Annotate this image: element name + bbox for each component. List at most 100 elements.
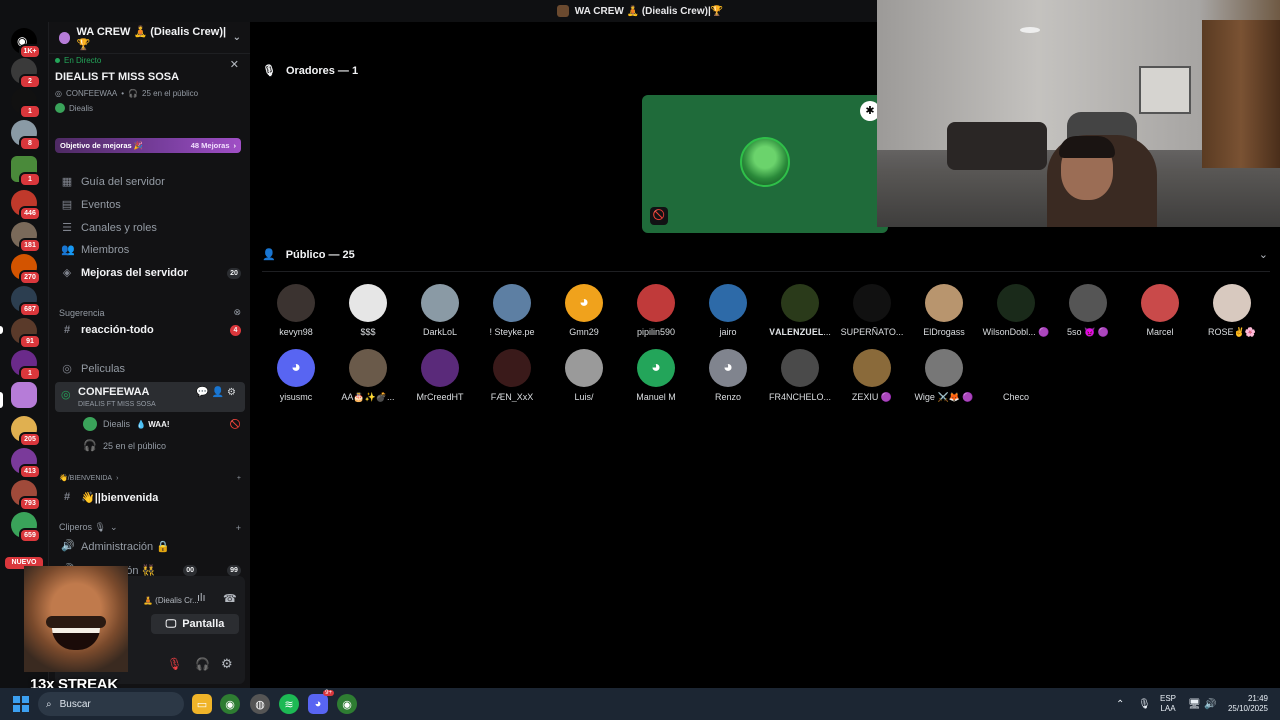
audience-member[interactable]: Checo xyxy=(980,349,1052,402)
nav-events[interactable]: ▤ Eventos xyxy=(55,195,245,215)
server-icon-15[interactable]: 793 xyxy=(11,480,41,511)
stage-audience-count[interactable]: 🎧 25 en el público xyxy=(77,436,245,456)
volume-icon[interactable]: 🔊 xyxy=(1204,688,1216,720)
server-icon-4[interactable]: 8 xyxy=(11,120,41,151)
audience-member[interactable]: pipilin590 xyxy=(620,284,692,337)
server-badge: 8 xyxy=(19,136,41,151)
audience-member[interactable]: ◕ Renzo xyxy=(692,349,764,402)
mic-muted-icon[interactable]: 🎙 xyxy=(167,657,182,671)
avatar xyxy=(349,349,387,387)
server-icon-8[interactable]: 270 xyxy=(11,254,41,285)
audience-member[interactable]: ROSE✌️🌸 xyxy=(1196,284,1268,338)
audience-member[interactable]: jairo xyxy=(692,284,764,337)
audience-member[interactable]: ◕ Gmn29 xyxy=(548,284,620,337)
server-icon-5[interactable]: 1 xyxy=(11,156,41,187)
stage-card[interactable]: En Directo DIEALIS FT MISS SOSA ◎ CONFEE… xyxy=(55,56,245,120)
mouth-shape xyxy=(52,628,100,650)
stage-icon: ◎ xyxy=(62,363,72,375)
server-icon-6[interactable]: 446 xyxy=(11,190,41,221)
audience-member[interactable]: FÆN_XxX xyxy=(476,349,548,402)
audience-member[interactable]: DarkLoL xyxy=(404,284,476,337)
channel-bienvenida[interactable]: # 👋||bienvenida xyxy=(55,487,245,507)
chrome-alt-icon[interactable]: ◉ xyxy=(337,694,357,714)
audience-member[interactable]: FR4NCHELO... xyxy=(764,349,836,402)
dm-home-button[interactable]: ◉ 1K+ xyxy=(11,28,41,59)
add-icon[interactable]: + xyxy=(236,523,241,533)
server-icon-10[interactable]: 91 xyxy=(11,318,41,349)
avatar xyxy=(637,284,675,322)
taskbar-search[interactable]: ⌕ Buscar xyxy=(38,692,184,716)
chevron-down-icon[interactable]: ⌄ xyxy=(1259,248,1268,261)
nav-channels-roles[interactable]: ☰ Canales y roles xyxy=(55,218,245,238)
audience-member[interactable]: AA🎂✨💣... xyxy=(332,349,404,403)
audience-member[interactable]: ZEXIU 🟣 xyxy=(836,349,908,403)
guild-header[interactable]: WA CREW 🧘 (Diealis Crew)|🏆 ⌄ xyxy=(49,22,251,54)
audience-member[interactable]: ElDrogass xyxy=(908,284,980,337)
server-icon-3[interactable]: 1 xyxy=(11,88,41,119)
server-icon-16[interactable]: 659 xyxy=(11,512,41,543)
screen-share-button[interactable]: 🖵 Pantalla xyxy=(151,614,239,634)
audience-member[interactable]: kevyn98 xyxy=(260,284,332,337)
audience-member[interactable]: ◕ yisusmc xyxy=(260,349,332,402)
channel-tools[interactable]: 💬👤⚙ xyxy=(196,387,239,398)
category-cliperos[interactable]: Cliperos 🎙 ⌄ + xyxy=(59,522,241,533)
avatar xyxy=(421,284,459,322)
server-icon-wa-crew[interactable] xyxy=(11,382,37,408)
chrome-icon[interactable]: ◉ xyxy=(220,694,240,714)
audience-member[interactable]: Luis/ xyxy=(548,349,620,402)
audience-member[interactable]: MrCreedHT xyxy=(404,349,476,402)
live-label: En Directo xyxy=(64,56,102,65)
windows-start-icon[interactable] xyxy=(13,696,29,712)
server-icon-11[interactable]: 1 xyxy=(11,350,41,381)
stage-member-diealis[interactable]: Diealis 💧 WAA! 🚫 xyxy=(77,414,245,434)
speaker-icon: 🔊 xyxy=(61,540,75,552)
connected-channel[interactable]: 🧘 (Diealis Cr... xyxy=(143,596,199,605)
audience-member[interactable]: 𝐕𝐀𝐋𝐄𝐍𝐙𝐔𝐄𝐋... xyxy=(764,284,836,338)
app-icon[interactable]: ◍ xyxy=(250,694,270,714)
server-icon-13[interactable]: 205 xyxy=(11,416,41,447)
server-icon-9[interactable]: 687 xyxy=(11,286,41,317)
discord-taskbar-icon[interactable]: 9+ ◕ xyxy=(308,690,334,714)
chevron-down-icon: ⌄ xyxy=(232,32,241,43)
language-indicator[interactable]: ESP LAA xyxy=(1160,688,1176,720)
mic-tray-icon[interactable]: 🎙 xyxy=(1138,688,1151,720)
channel-reaccion-todo[interactable]: # reacción-todo 4 xyxy=(55,320,245,340)
nav-server-guide[interactable]: ▦ Guía del servidor xyxy=(55,172,245,192)
server-badge: 1K+ xyxy=(19,44,41,59)
audience-member[interactable]: $$$ xyxy=(332,284,404,337)
dismiss-icon[interactable]: ⊗ xyxy=(233,307,241,318)
server-icon-7[interactable]: 181 xyxy=(11,222,41,253)
speaker-tile[interactable]: 🚫 ✱ xyxy=(642,95,888,233)
server-icon-2[interactable]: 2 xyxy=(11,58,41,89)
discord-default-avatar-icon: ◕ xyxy=(565,284,603,322)
headphones-icon[interactable]: 🎧 xyxy=(195,657,210,671)
audience-member[interactable]: Marcel xyxy=(1124,284,1196,337)
add-icon[interactable]: + xyxy=(237,475,241,482)
clock[interactable]: 21:49 25/10/2025 xyxy=(1224,688,1268,720)
file-explorer-icon[interactable]: ▭ xyxy=(192,694,212,714)
category-bienvenida[interactable]: 👋/BIENVENIDA › + xyxy=(59,474,241,483)
audience-member[interactable]: Wige ⚔️🦊 🟣 xyxy=(908,349,980,403)
channel-administracion[interactable]: 🔊 Administración 🔒 xyxy=(55,536,245,556)
channel-confeewaa[interactable]: ◎ CONFEEWAA DIEALIS FT MISS SOSA 💬👤⚙ xyxy=(55,382,245,412)
audience-member[interactable]: SUPERÑATO... xyxy=(836,284,908,337)
member-name: ElDrogass xyxy=(923,327,965,337)
nav-server-boosts[interactable]: ◈ Mejoras del servidor 20 xyxy=(55,263,245,283)
network-icon[interactable]: 🖥 xyxy=(1188,688,1201,720)
audience-member[interactable]: ◕ Manuel M xyxy=(620,349,692,402)
discord-default-avatar-icon: ◕ xyxy=(277,349,315,387)
server-icon-14[interactable]: 413 xyxy=(11,448,41,479)
chevron-up-icon[interactable]: ⌃ xyxy=(1116,688,1124,720)
member-name: SUPERÑATO... xyxy=(840,327,904,337)
audience-member[interactable]: ! Steyke.pe xyxy=(476,284,548,337)
disconnect-icon[interactable]: ☎ xyxy=(223,592,237,605)
boost-goal-bar[interactable]: Objetivo de mejoras 🎉 48 Mejoras › xyxy=(55,138,241,153)
spotify-icon[interactable]: ≋ xyxy=(279,694,299,714)
gear-icon[interactable]: ⚙ xyxy=(221,656,233,672)
close-icon[interactable]: ✕ xyxy=(230,58,239,71)
audience-member[interactable]: WilsonDobl... 🟣 xyxy=(980,284,1052,338)
channel-peliculas[interactable]: ◎ Peliculas xyxy=(55,359,245,379)
audience-member[interactable]: 5so 👿 🟣 xyxy=(1052,284,1124,338)
noise-suppression-icon[interactable]: ılı xyxy=(197,592,206,604)
nav-members[interactable]: 👥 Miembros xyxy=(55,240,245,260)
